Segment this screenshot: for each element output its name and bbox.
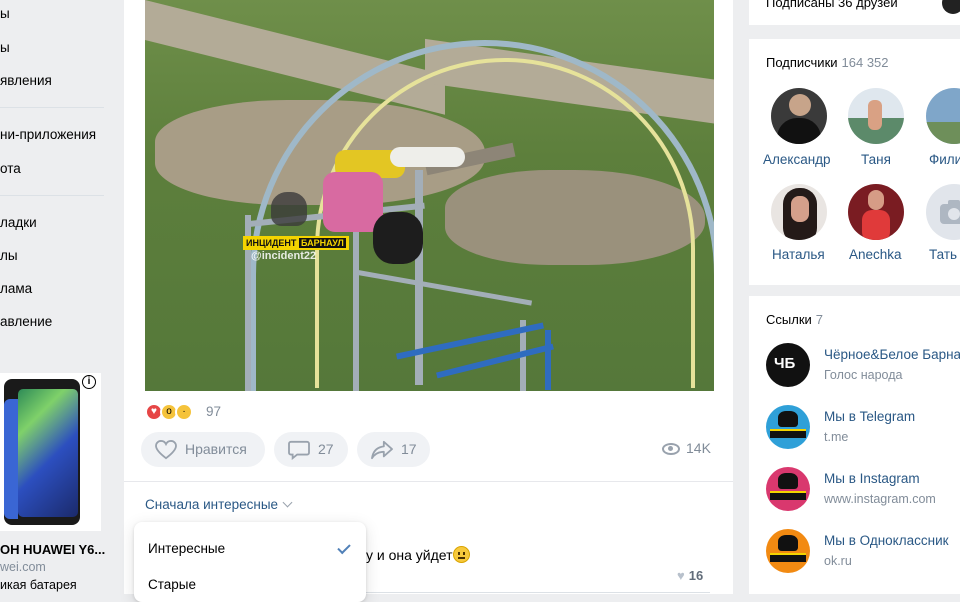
subscriber-name[interactable]: Фили bbox=[929, 152, 960, 167]
nav-item[interactable]: авление bbox=[0, 314, 52, 329]
heart-icon: ♥ bbox=[677, 568, 685, 583]
nav-item[interactable]: ладки bbox=[0, 215, 37, 230]
reactions-count: 97 bbox=[206, 404, 222, 419]
avatar[interactable] bbox=[848, 184, 904, 240]
comments-count: 27 bbox=[318, 441, 334, 457]
avatar[interactable] bbox=[942, 0, 960, 14]
neutral-face-emoji-icon bbox=[452, 546, 470, 563]
avatar[interactable] bbox=[926, 88, 960, 144]
subscribers-card: Подписчики 164 352 Александр Таня Фили На… bbox=[749, 39, 960, 285]
link-subtitle: t.me bbox=[824, 430, 849, 444]
avatar[interactable] bbox=[926, 184, 960, 240]
subscriber-name[interactable]: Таня bbox=[861, 152, 891, 167]
nav-item[interactable]: лы bbox=[0, 248, 18, 263]
nav-item[interactable]: ни-приложения bbox=[0, 127, 96, 142]
friends-subscribed-text[interactable]: Подписаны 36 друзей bbox=[766, 0, 898, 10]
subscriber-name[interactable]: Александр bbox=[763, 152, 831, 167]
comment-text: у и она уйдет bbox=[366, 546, 470, 563]
sort-option-interesting[interactable]: Интересные bbox=[148, 541, 225, 556]
link-logo[interactable] bbox=[766, 405, 810, 449]
check-icon bbox=[337, 540, 351, 555]
friends-card: Подписаны 36 друзей bbox=[749, 0, 960, 25]
shares-count: 17 bbox=[401, 441, 417, 457]
link-title[interactable]: Чёрное&Белое Барна bbox=[824, 347, 960, 362]
sort-dropdown: Интересные Старые bbox=[134, 522, 366, 602]
links-card: Ссылки 7 ЧБ Чёрное&Белое Барна Голос наро… bbox=[749, 296, 960, 594]
nav-item[interactable]: ота bbox=[0, 161, 21, 176]
sort-option-old[interactable]: Старые bbox=[148, 577, 196, 592]
comments-sort-toggle[interactable]: Сначала интересные bbox=[145, 497, 293, 512]
comment-like-button[interactable]: ♥ 16 bbox=[677, 568, 703, 583]
link-title[interactable]: Мы в Telegram bbox=[824, 409, 915, 424]
nav-separator bbox=[0, 107, 104, 108]
subscriber-name[interactable]: Наталья bbox=[772, 247, 825, 262]
spy-hat-icon bbox=[778, 473, 798, 489]
link-logo[interactable] bbox=[766, 467, 810, 511]
link-subtitle: www.instagram.com bbox=[824, 492, 936, 506]
sad-reaction-icon: · bbox=[175, 403, 193, 421]
link-subtitle: ok.ru bbox=[824, 554, 852, 568]
links-header[interactable]: Ссылки 7 bbox=[766, 312, 823, 327]
camera-icon bbox=[940, 200, 960, 224]
watermark: ИНЦИДЕНТ БАРНАУЛ @incident22 bbox=[243, 192, 349, 270]
comment-icon bbox=[288, 440, 310, 460]
share-icon bbox=[371, 440, 393, 460]
subscribers-header[interactable]: Подписчики 164 352 bbox=[766, 55, 889, 70]
ad-domain: wei.com bbox=[0, 560, 46, 574]
nav-item[interactable]: явления bbox=[0, 73, 52, 88]
post-photo[interactable]: ИНЦИДЕНТ БАРНАУЛ @incident22 bbox=[145, 0, 714, 391]
link-title[interactable]: Мы в Instagram bbox=[824, 471, 920, 486]
spy-hat-icon bbox=[271, 192, 307, 226]
avatar[interactable] bbox=[848, 88, 904, 144]
chevron-down-icon bbox=[282, 497, 293, 508]
ad-image[interactable]: i bbox=[0, 373, 101, 531]
link-title[interactable]: Мы в Одноклассник bbox=[824, 533, 949, 548]
like-label: Нравится bbox=[185, 441, 247, 457]
comment-button[interactable]: 27 bbox=[274, 432, 348, 467]
share-button[interactable]: 17 bbox=[357, 432, 430, 467]
nav-separator bbox=[0, 195, 104, 196]
heart-icon bbox=[155, 440, 177, 460]
divider bbox=[358, 592, 710, 593]
left-navigation: ы ы явления ни-приложения ота ладки лы л… bbox=[0, 0, 110, 594]
like-button[interactable]: Нравится bbox=[141, 432, 265, 467]
nav-item[interactable]: ы bbox=[0, 40, 10, 55]
link-subtitle: Голос народа bbox=[824, 368, 903, 382]
eye-icon bbox=[662, 443, 680, 455]
avatar[interactable] bbox=[771, 88, 827, 144]
phone-image bbox=[4, 379, 80, 525]
views-count: 14K bbox=[686, 440, 711, 456]
subscriber-name[interactable]: Anechka bbox=[849, 247, 902, 262]
avatar[interactable] bbox=[771, 184, 827, 240]
link-logo[interactable]: ЧБ bbox=[766, 343, 810, 387]
subscriber-name[interactable]: Тать bbox=[929, 247, 957, 262]
spy-hat-icon bbox=[778, 535, 798, 551]
divider bbox=[124, 481, 733, 482]
ad-description: икая батарея bbox=[0, 578, 77, 592]
nav-item[interactable]: ы bbox=[0, 6, 10, 21]
info-icon[interactable]: i bbox=[82, 375, 96, 389]
post-card: ИНЦИДЕНТ БАРНАУЛ @incident22 ♥ o · 97 Нр… bbox=[124, 0, 733, 594]
ad-title[interactable]: OH HUAWEI Y6... bbox=[0, 542, 105, 557]
nav-item[interactable]: лама bbox=[0, 281, 32, 296]
link-logo[interactable] bbox=[766, 529, 810, 573]
spy-hat-icon bbox=[778, 411, 798, 427]
